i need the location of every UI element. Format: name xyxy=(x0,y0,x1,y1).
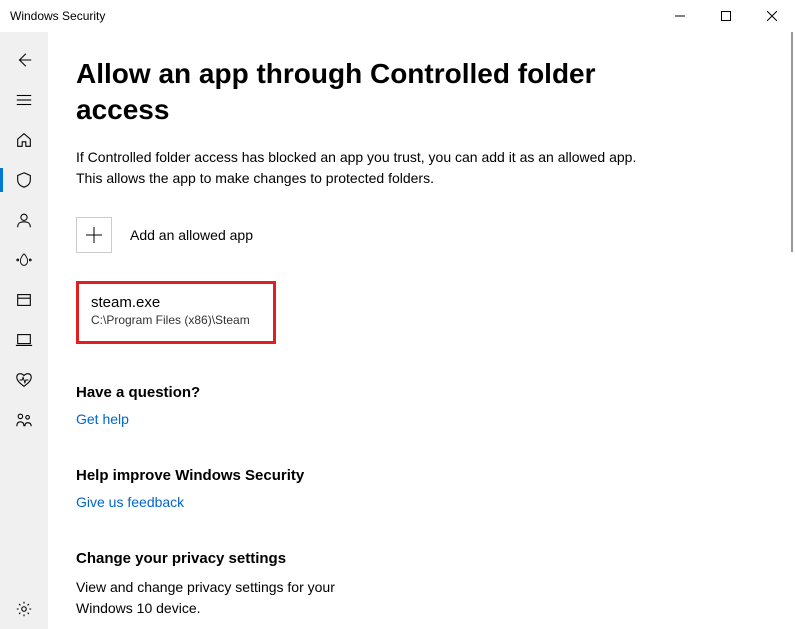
sidebar-item-settings[interactable] xyxy=(0,589,48,629)
sidebar-item-virus-protection[interactable] xyxy=(0,160,48,200)
question-section: Have a question? Get help xyxy=(76,384,755,427)
improve-title: Help improve Windows Security xyxy=(76,467,755,484)
get-help-link[interactable]: Get help xyxy=(76,411,755,427)
feedback-link[interactable]: Give us feedback xyxy=(76,494,755,510)
window-title: Windows Security xyxy=(10,9,105,23)
sidebar-item-family[interactable] xyxy=(0,400,48,440)
privacy-title: Change your privacy settings xyxy=(76,550,755,567)
page-title: Allow an app through Controlled folder a… xyxy=(76,56,676,129)
scrollbar-thumb[interactable] xyxy=(791,32,793,252)
sidebar-item-device-performance[interactable] xyxy=(0,360,48,400)
sidebar xyxy=(0,32,48,629)
page-description: If Controlled folder access has blocked … xyxy=(76,147,666,189)
plus-icon xyxy=(76,217,112,253)
titlebar: Windows Security xyxy=(0,0,795,32)
question-title: Have a question? xyxy=(76,384,755,401)
app-name: steam.exe xyxy=(91,294,261,311)
maximize-button[interactable] xyxy=(703,0,749,32)
back-button[interactable] xyxy=(0,40,48,80)
sidebar-item-account[interactable] xyxy=(0,200,48,240)
add-allowed-app-button[interactable]: Add an allowed app xyxy=(76,217,253,253)
titlebar-controls xyxy=(657,0,795,32)
close-button[interactable] xyxy=(749,0,795,32)
improve-section: Help improve Windows Security Give us fe… xyxy=(76,467,755,510)
sidebar-item-device-security[interactable] xyxy=(0,320,48,360)
sidebar-item-app-browser[interactable] xyxy=(0,280,48,320)
minimize-button[interactable] xyxy=(657,0,703,32)
privacy-section: Change your privacy settings View and ch… xyxy=(76,550,755,619)
sidebar-item-home[interactable] xyxy=(0,120,48,160)
scrollbar[interactable] xyxy=(787,32,795,629)
add-button-label: Add an allowed app xyxy=(130,227,253,243)
content-area: Allow an app through Controlled folder a… xyxy=(48,32,795,629)
allowed-app-item[interactable]: steam.exe C:\Program Files (x86)\Steam xyxy=(76,281,276,344)
app-path: C:\Program Files (x86)\Steam xyxy=(91,313,261,327)
menu-button[interactable] xyxy=(0,80,48,120)
sidebar-item-firewall[interactable] xyxy=(0,240,48,280)
privacy-text: View and change privacy settings for you… xyxy=(76,577,336,619)
